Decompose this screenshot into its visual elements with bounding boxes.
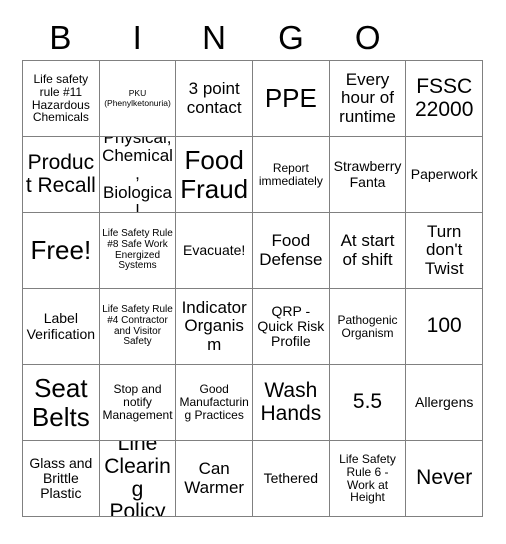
bingo-cell-label: Paperwork [410,165,478,182]
bingo-cell-label: Product Recall [25,150,96,197]
bingo-cell-label: Turn don't Twist [424,221,464,278]
bingo-cell-label: Tethered [263,469,319,486]
bingo-cell-label: FSSC 22000 [414,74,474,121]
bingo-cell[interactable]: QRP - Quick Risk Profile [253,289,330,365]
bingo-cell-label: Can Warmer [184,459,245,497]
bingo-cell[interactable]: Pathogenic Organism [329,289,407,365]
bingo-header-letter-i: I [132,18,142,56]
bingo-cell-label: Life Safety Rule 6 - Work at Height [339,451,396,505]
bingo-cell-label: Evacuate! [183,241,246,258]
bingo-cell[interactable]: Indicator Organism [176,289,254,365]
bingo-header-letter-g: G [278,18,304,56]
bingo-cell-label: Pathogenic Organism [337,312,398,340]
bingo-header-row: B I N G O [22,14,483,60]
bingo-cell-label: 5.5 [352,390,383,414]
bingo-cell-label: Stop and notify Management [102,382,173,422]
bingo-cell[interactable]: PKU (Phenylketonuria) [99,61,177,137]
bingo-cell-label: Never [416,466,473,490]
bingo-cell[interactable]: Evacuate! [176,213,254,289]
bingo-cell[interactable]: 100 [406,289,484,365]
bingo-header-letter-o: O [354,18,381,56]
bingo-cell-label: Life Safety Rule #4 Contractor and Visit… [102,303,173,348]
bingo-cell-label: Free! [30,235,92,266]
bingo-cell-label: Allergens [415,393,474,410]
bingo-cell[interactable]: At start of shift [329,213,407,289]
bingo-cell[interactable]: Report immediately [253,137,330,213]
bingo-cell-label: Report immediately [258,160,323,188]
bingo-cell[interactable]: Stop and notify Management [99,365,177,441]
bingo-cell[interactable]: Product Recall [23,137,100,213]
bingo-cell[interactable]: Line Clearing Policy [99,441,177,517]
bingo-cell-label: Strawberry Fanta [333,158,402,190]
bingo-cell-label: Physical, Chemical, Biological [102,137,173,213]
bingo-cell[interactable]: Wash Hands [253,365,330,441]
bingo-cell[interactable]: Physical, Chemical, Biological [99,137,177,213]
bingo-row: Life safety rule #11 Hazardous Chemicals… [23,61,484,137]
bingo-row: Product Recall Physical, Chemical, Biolo… [23,137,484,213]
bingo-grid: Life safety rule #11 Hazardous Chemicals… [22,60,484,517]
bingo-cell[interactable]: PPE [253,61,330,137]
bingo-cell[interactable]: Allergens [406,365,484,441]
bingo-cell-label: Label Verification [26,310,96,342]
bingo-row: Seat Belts Stop and notify Management Go… [23,365,484,441]
bingo-cell-label: PKU (Phenylketonuria) [104,88,171,108]
bingo-cell[interactable]: Life Safety Rule 6 - Work at Height [329,441,407,517]
bingo-cell-label: Good Manufacturing Practices [179,382,249,422]
bingo-cell[interactable]: Label Verification [23,289,100,365]
bingo-cell[interactable]: Can Warmer [176,441,254,517]
bingo-cell[interactable]: Food Defense [253,213,330,289]
bingo-cell-label: PPE [264,83,317,114]
bingo-cell[interactable]: 5.5 [329,365,407,441]
bingo-cell-label: QRP - Quick Risk Profile [257,302,325,350]
bingo-cell[interactable]: FSSC 22000 [406,61,484,137]
bingo-cell-label: Every hour of runtime [339,69,396,126]
bingo-cell-label: Seat Belts [31,373,90,432]
bingo-cell[interactable]: Food Fraud [176,137,254,213]
bingo-row: Free! Life Safety Rule #8 Safe Work Ener… [23,213,484,289]
bingo-cell-label: Glass and Brittle Plastic [29,454,93,502]
bingo-cell[interactable]: Every hour of runtime [329,61,407,137]
bingo-cell-label: Indicator Organism [181,297,247,354]
bingo-cell[interactable]: 3 point contact [176,61,254,137]
bingo-cell[interactable]: Paperwork [406,137,484,213]
bingo-cell-label: 3 point contact [186,79,242,117]
bingo-cell[interactable]: Tethered [253,441,330,517]
bingo-cell[interactable]: Life Safety Rule #4 Contractor and Visit… [99,289,177,365]
bingo-cell-label: At start of shift [340,231,395,269]
bingo-cell-label: Food Defense [259,231,323,269]
bingo-cell-label: Life Safety Rule #8 Safe Work Energized … [102,227,173,272]
bingo-header-letter-extra [406,14,483,60]
bingo-cell[interactable]: Seat Belts [23,365,100,441]
bingo-cell[interactable]: Good Manufacturing Practices [176,365,254,441]
bingo-cell[interactable]: Turn don't Twist [406,213,484,289]
bingo-cell[interactable]: Never [406,441,484,517]
bingo-header-letter-b: B [49,18,72,56]
bingo-cell-label: Line Clearing Policy [104,441,171,517]
bingo-cell-label: Food Fraud [180,145,249,204]
bingo-cell-free[interactable]: Free! [23,213,100,289]
bingo-row: Glass and Brittle Plastic Line Clearing … [23,441,484,517]
bingo-cell-label: Wash Hands [260,378,322,425]
bingo-row: Label Verification Life Safety Rule #4 C… [23,289,484,365]
bingo-cell[interactable]: Life safety rule #11 Hazardous Chemicals [23,61,100,137]
bingo-cell[interactable]: Strawberry Fanta [329,137,407,213]
bingo-card: B I N G O Life safety rule #11 Hazardous… [22,14,484,517]
bingo-cell[interactable]: Life Safety Rule #8 Safe Work Energized … [99,213,177,289]
bingo-cell-label: 100 [426,314,462,338]
bingo-cell[interactable]: Glass and Brittle Plastic [23,441,100,517]
bingo-header-letter-n: N [202,18,226,56]
bingo-cell-label: Life safety rule #11 Hazardous Chemicals [31,71,90,125]
